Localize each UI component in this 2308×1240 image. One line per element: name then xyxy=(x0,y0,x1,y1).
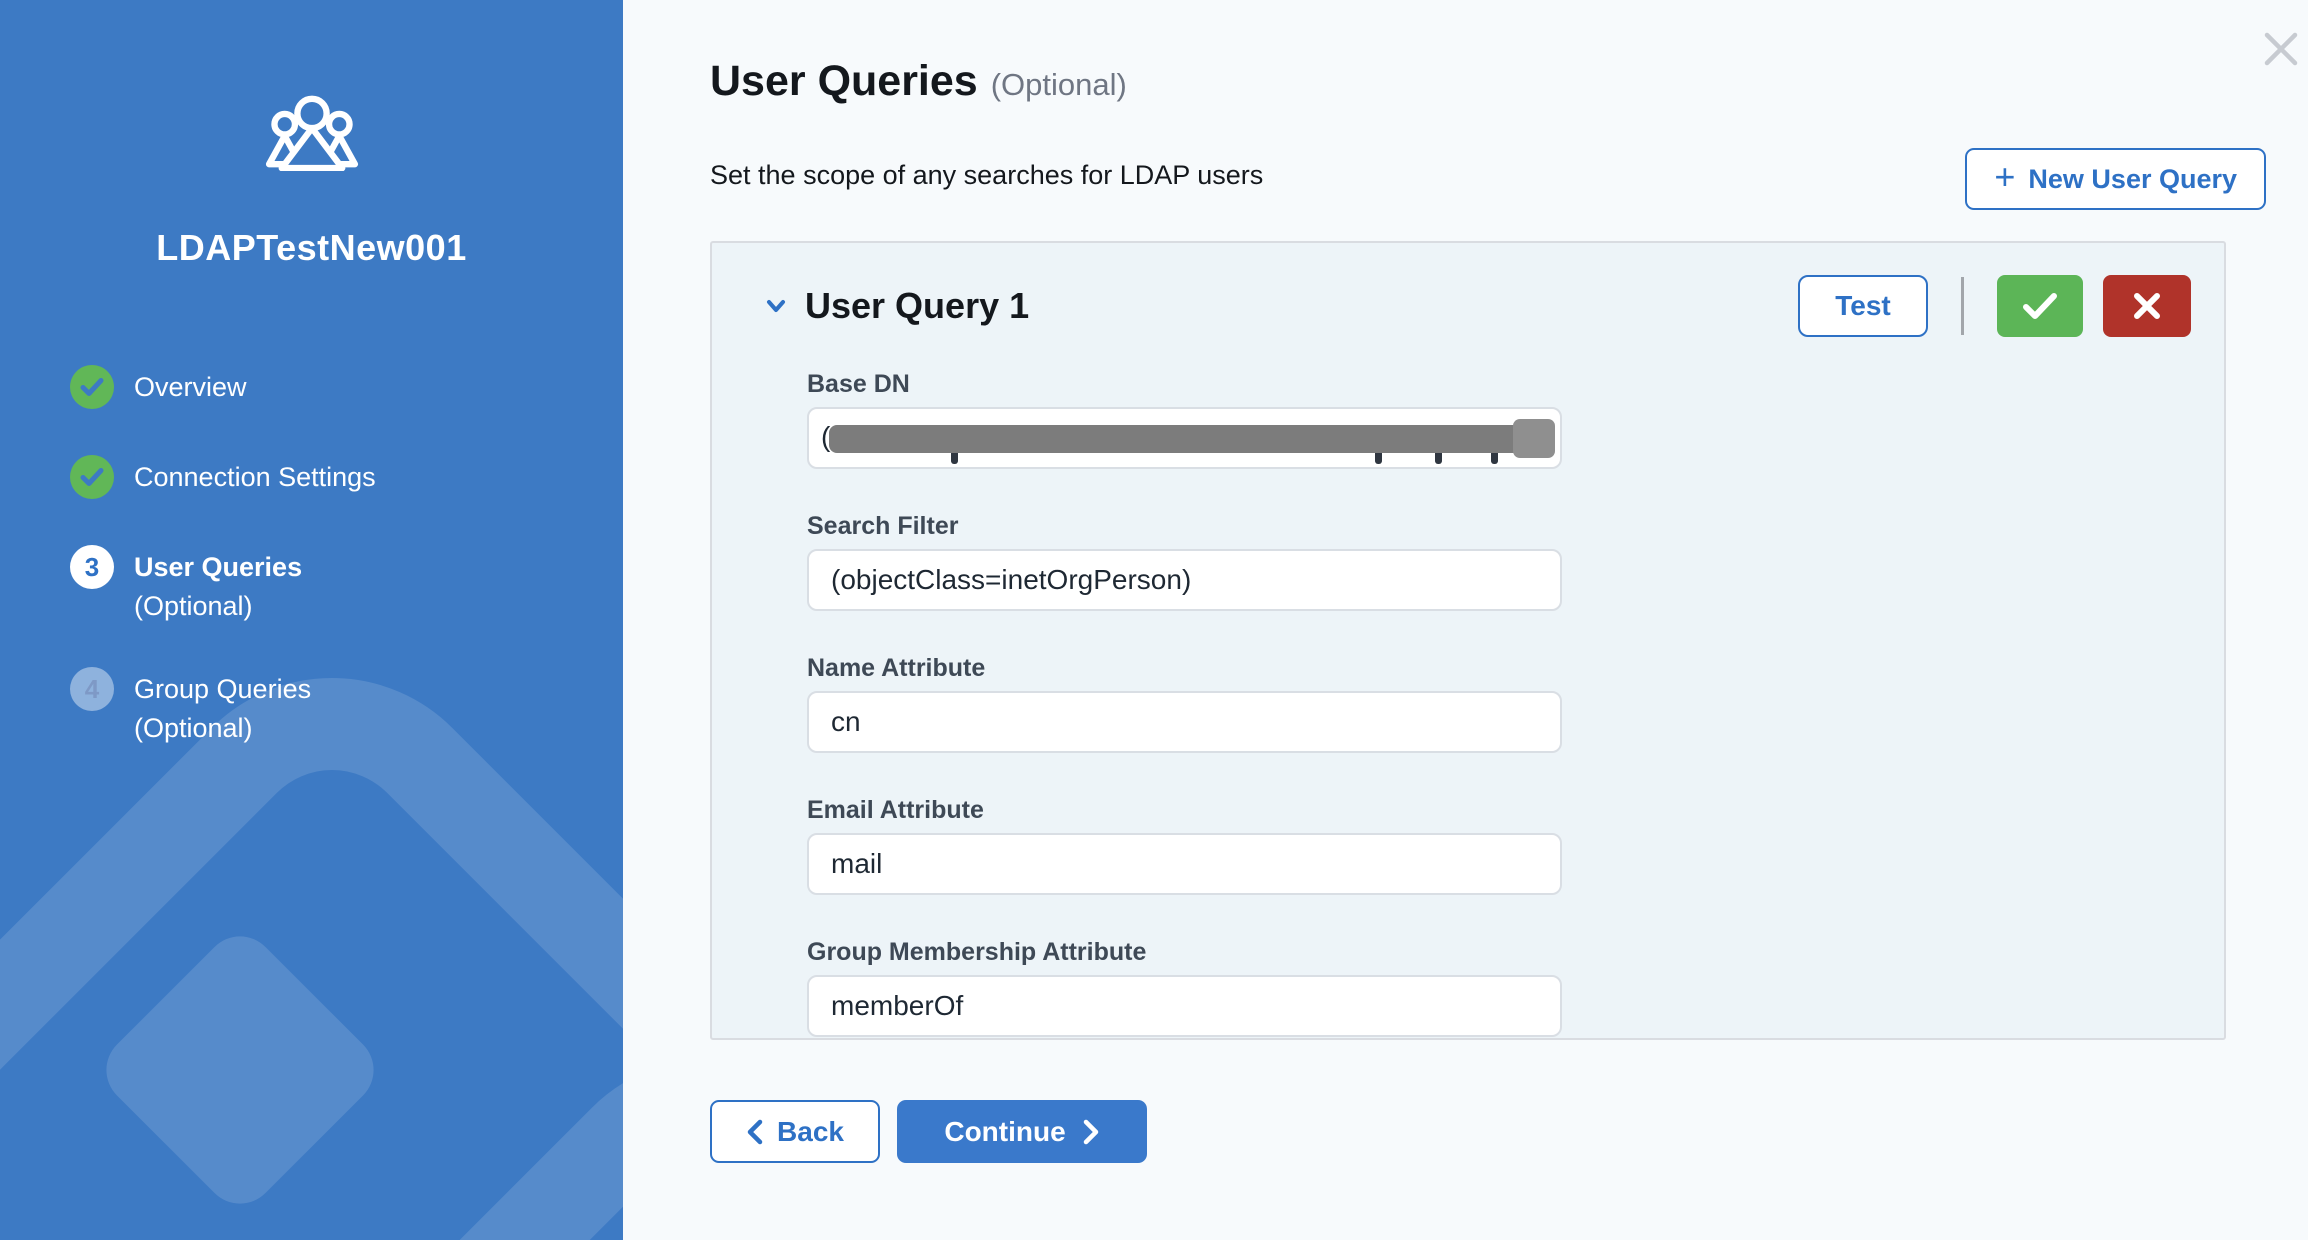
chevron-left-icon xyxy=(746,1119,764,1145)
group-of-people-icon xyxy=(263,93,361,171)
step-connection-settings[interactable]: Connection Settings xyxy=(70,455,623,499)
actions-divider xyxy=(1961,277,1964,335)
search-filter-input[interactable] xyxy=(807,549,1562,611)
query-fields: Base DN ( Search Filter xyxy=(807,370,1562,1037)
search-filter-label: Search Filter xyxy=(807,512,1562,540)
x-icon xyxy=(2132,291,2162,321)
redaction-end-cap xyxy=(1513,419,1555,458)
base-dn-label: Base DN xyxy=(807,370,1562,398)
step-label: Overview xyxy=(134,372,247,402)
confirm-query-button[interactable] xyxy=(1997,275,2083,337)
back-button[interactable]: Back xyxy=(710,1100,880,1163)
step-complete-check-icon xyxy=(70,455,114,499)
page-title: User Queries (Optional) xyxy=(710,57,1127,106)
name-attribute-label: Name Attribute xyxy=(807,654,1562,682)
field-search-filter: Search Filter xyxy=(807,512,1562,611)
check-icon xyxy=(2021,291,2059,321)
group-membership-attribute-label: Group Membership Attribute xyxy=(807,938,1562,966)
page-title-text: User Queries xyxy=(710,57,978,105)
step-number-badge: 4 xyxy=(70,667,114,711)
user-query-panel-header: User Query 1 Test xyxy=(762,275,2191,337)
query-actions: Test xyxy=(1798,275,2191,337)
wizard-footer: Back Continue xyxy=(710,1100,1147,1163)
back-label: Back xyxy=(777,1116,844,1148)
continue-button[interactable]: Continue xyxy=(897,1100,1147,1163)
step-label: Connection Settings xyxy=(134,462,376,492)
step-overview[interactable]: Overview xyxy=(70,365,623,409)
close-button[interactable] xyxy=(2259,28,2303,72)
step-label: Group Queries xyxy=(134,674,311,704)
continue-label: Continue xyxy=(944,1116,1065,1148)
chevron-down-icon xyxy=(762,292,790,320)
step-label: User Queries xyxy=(134,552,302,582)
step-user-queries[interactable]: 3 User Queries (Optional) xyxy=(70,545,623,623)
test-button[interactable]: Test xyxy=(1798,275,1928,337)
base-dn-input[interactable]: ( xyxy=(807,407,1562,469)
redaction-bar xyxy=(829,425,1521,453)
step-group-queries[interactable]: 4 Group Queries (Optional) xyxy=(70,667,623,745)
step-sublabel: (Optional) xyxy=(134,591,253,621)
step-complete-check-icon xyxy=(70,365,114,409)
wizard-steps: Overview Connection Settings 3 User Quer… xyxy=(70,365,623,745)
plus-icon: + xyxy=(1994,159,2015,195)
new-user-query-button[interactable]: + New User Query xyxy=(1965,148,2266,210)
step-sublabel: (Optional) xyxy=(134,713,253,743)
user-query-panel: User Query 1 Test xyxy=(710,241,2226,1040)
group-membership-attribute-input[interactable] xyxy=(807,975,1562,1037)
connection-name: LDAPTestNew001 xyxy=(0,227,623,269)
main-content: User Queries (Optional) Set the scope of … xyxy=(623,0,2308,1240)
field-name-attribute: Name Attribute xyxy=(807,654,1562,753)
ldap-wizard-modal: LDAPTestNew001 Overview Connection Setti… xyxy=(0,0,2308,1240)
email-attribute-input[interactable] xyxy=(807,833,1562,895)
name-attribute-input[interactable] xyxy=(807,691,1562,753)
page-subtitle: Set the scope of any searches for LDAP u… xyxy=(710,160,1263,191)
close-icon xyxy=(2263,31,2299,67)
sidebar: LDAPTestNew001 Overview Connection Setti… xyxy=(0,0,623,1240)
email-attribute-label: Email Attribute xyxy=(807,796,1562,824)
page-title-optional: (Optional) xyxy=(991,67,1127,102)
field-group-membership-attribute: Group Membership Attribute xyxy=(807,938,1562,1037)
delete-query-button[interactable] xyxy=(2103,275,2191,337)
step-number-badge: 3 xyxy=(70,545,114,589)
user-query-title: User Query 1 xyxy=(805,285,1029,327)
collapse-toggle[interactable] xyxy=(762,292,790,320)
new-user-query-label: New User Query xyxy=(2028,164,2237,195)
field-email-attribute: Email Attribute xyxy=(807,796,1562,895)
field-base-dn: Base DN ( xyxy=(807,370,1562,469)
chevron-right-icon xyxy=(1082,1119,1100,1145)
